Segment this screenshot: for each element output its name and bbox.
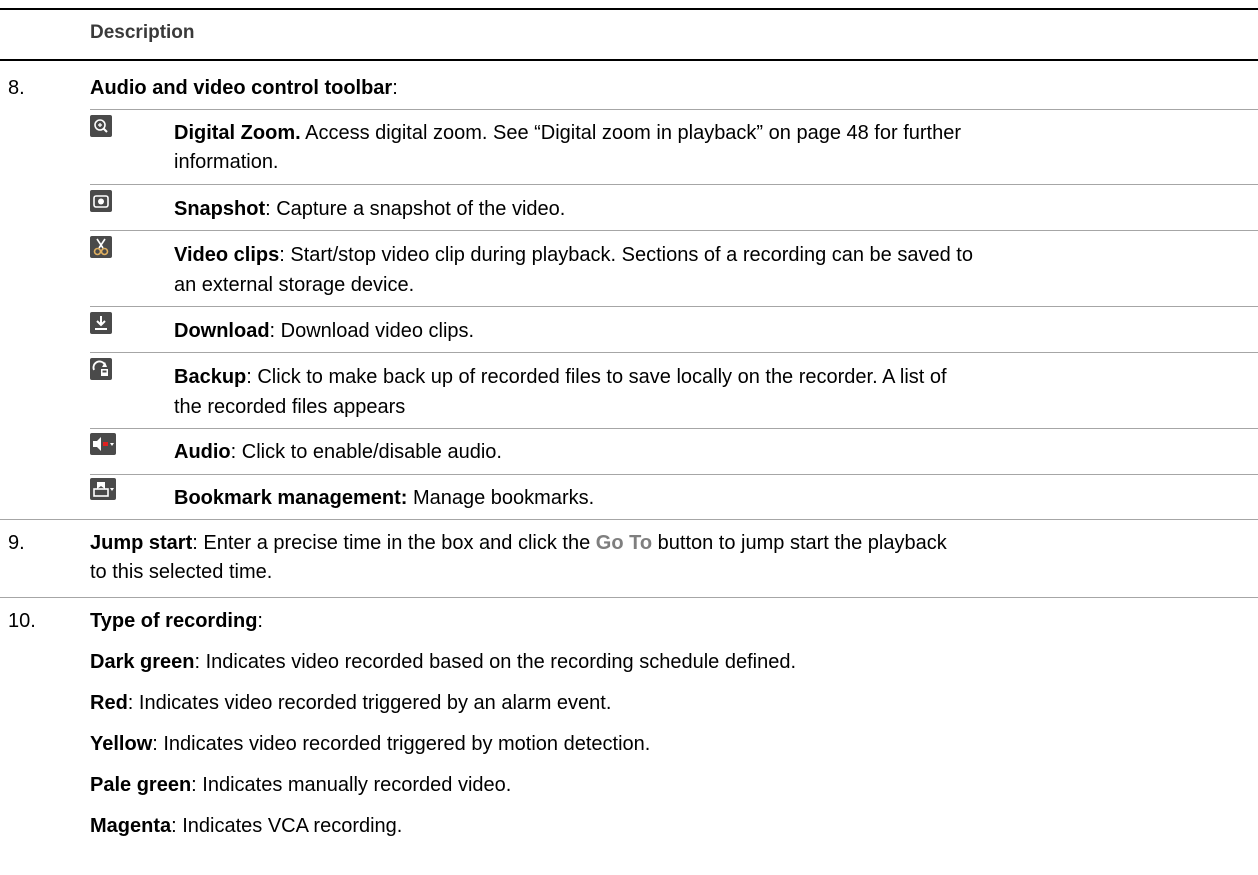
item-10-heading: Type of recording: [90, 607, 263, 636]
tool-name-backup: Backup [174, 366, 247, 388]
tool-line-backup: Backup: Click to make back up of recorde… [174, 363, 947, 392]
tool-line-video-clips: Video clips: Start/stop video clip durin… [174, 241, 973, 270]
row-divider [90, 474, 1258, 475]
recording-type-label: Yellow [90, 733, 153, 755]
row-divider [90, 109, 1258, 110]
recording-type-text: : Indicates video recorded triggered by … [152, 733, 651, 755]
download-icon [90, 312, 112, 334]
item-10-title: Type of recording [90, 610, 258, 632]
backup-icon [90, 358, 112, 380]
tool-name-download: Download [174, 320, 270, 342]
bookmark-icon [90, 478, 116, 500]
item-number-10: 10. [8, 610, 36, 632]
row-divider [90, 184, 1258, 185]
tool-desc-backup: : Click to make back up of recorded file… [246, 366, 947, 388]
row-divider [90, 352, 1258, 353]
item-number-8: 8. [8, 77, 25, 99]
tool-desc-audio: : Click to enable/disable audio. [230, 441, 502, 463]
item-9-title: Jump start [90, 532, 193, 554]
snapshot-icon [90, 190, 112, 212]
row-divider [0, 519, 1258, 520]
recording-type-pale-green: Pale green: Indicates manually recorded … [90, 771, 511, 800]
tool-line-digital-zoom: Digital Zoom. Access digital zoom. See “… [174, 119, 961, 148]
item-8-colon: : [392, 77, 398, 99]
scissors-icon [90, 236, 112, 258]
tool-desc-bookmark: Manage bookmarks. [407, 487, 595, 509]
tool-desc-digital-zoom-2: information. [174, 151, 279, 173]
recording-type-label: Pale green [90, 774, 192, 796]
recording-type-label: Magenta [90, 815, 172, 837]
tool-name-audio: Audio [174, 441, 231, 463]
table-top-rule [0, 8, 1258, 10]
item-9-line-1: Jump start: Enter a precise time in the … [90, 529, 947, 558]
item-number-9: 9. [8, 532, 25, 554]
audio-icon [90, 433, 116, 455]
recording-type-label: Dark green [90, 651, 195, 673]
tool-name-video-clips: Video clips [174, 244, 280, 266]
item-8-title: Audio and video control toolbar [90, 77, 393, 99]
row-divider [90, 428, 1258, 429]
column-header-description: Description [90, 22, 195, 43]
tool-line-snapshot: Snapshot: Capture a snapshot of the vide… [174, 195, 565, 224]
item-9-text-a: : Enter a precise time in the box and cl… [192, 532, 596, 554]
recording-type-text: : Indicates VCA recording. [171, 815, 403, 837]
tool-desc-backup-2: the recorded files appears [174, 396, 406, 418]
tool-line-bookmark: Bookmark management: Manage bookmarks. [174, 484, 594, 513]
row-divider [90, 230, 1258, 231]
item-8-heading: Audio and video control toolbar: [90, 74, 398, 103]
recording-type-yellow: Yellow: Indicates video recorded trigger… [90, 730, 650, 759]
tool-name-snapshot: Snapshot [174, 198, 266, 220]
tool-desc-video-clips-2: an external storage device. [174, 274, 415, 296]
tool-line-download: Download: Download video clips. [174, 317, 474, 346]
tool-line-audio: Audio: Click to enable/disable audio. [174, 438, 502, 467]
recording-type-text: : Indicates manually recorded video. [191, 774, 512, 796]
recording-type-magenta: Magenta: Indicates VCA recording. [90, 812, 402, 841]
recording-type-red: Red: Indicates video recorded triggered … [90, 689, 611, 718]
recording-type-label: Red [90, 692, 128, 714]
tool-name-bookmark: Bookmark management: [174, 487, 408, 509]
go-to-label: Go To [595, 532, 653, 554]
tool-desc-video-clips: : Start/stop video clip during playback.… [279, 244, 973, 266]
tool-desc-digital-zoom: Access digital zoom. See “Digital zoom i… [300, 122, 962, 144]
tool-desc-snapshot: : Capture a snapshot of the video. [265, 198, 566, 220]
row-divider [0, 597, 1258, 598]
row-divider [90, 306, 1258, 307]
recording-type-dark-green: Dark green: Indicates video recorded bas… [90, 648, 796, 677]
item-10-colon: : [257, 610, 263, 632]
item-9-line-2: to this selected time. [90, 561, 273, 583]
recording-type-text: : Indicates video recorded triggered by … [127, 692, 612, 714]
table-header-rule [0, 59, 1258, 61]
tool-name-digital-zoom: Digital Zoom. [174, 122, 301, 144]
tool-desc-download: : Download video clips. [269, 320, 475, 342]
zoom-icon [90, 115, 112, 137]
item-9-text-b: button to jump start the playback [652, 532, 947, 554]
recording-type-text: : Indicates video recorded based on the … [194, 651, 797, 673]
